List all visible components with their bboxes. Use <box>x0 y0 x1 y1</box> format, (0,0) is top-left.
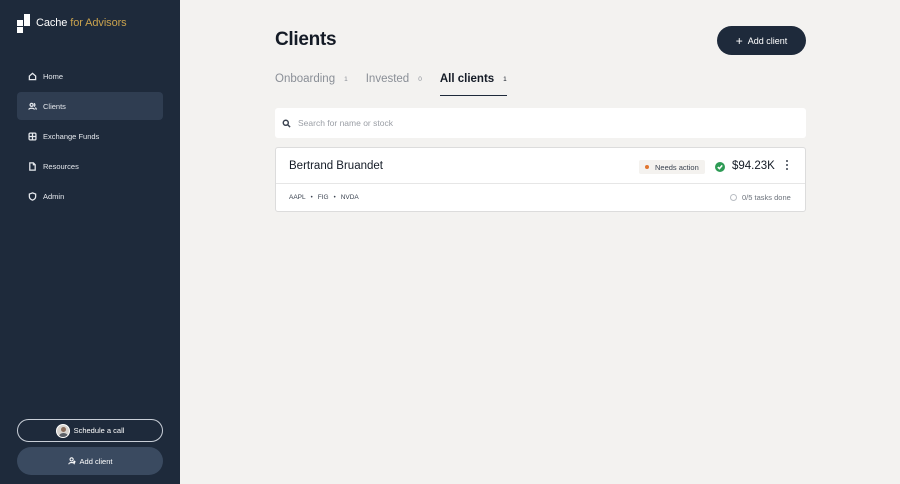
tab-count: 0 <box>418 76 422 83</box>
page-title: Clients <box>275 29 337 50</box>
status-badge: Needs action <box>639 160 705 174</box>
status-dot-icon <box>645 165 649 169</box>
tab-label: All clients <box>439 73 495 85</box>
schedule-call-label: Schedule a call <box>73 426 125 435</box>
globe-icon <box>28 131 37 141</box>
tab-count: 1 <box>503 76 507 83</box>
ticker: NVDA <box>340 194 359 201</box>
ticker-list: AAPL • FIG • NVDA <box>289 194 359 201</box>
sidebar-item-label: Clients <box>43 101 66 111</box>
client-card-footer: AAPL • FIG • NVDA 0/5 tasks done <box>276 184 805 212</box>
users-icon <box>28 102 37 110</box>
more-options-icon[interactable] <box>784 160 790 174</box>
sidebar-item-admin[interactable]: Admin <box>17 182 163 210</box>
client-amount: $94.23K <box>732 160 775 172</box>
tab-count: 1 <box>344 76 348 83</box>
sidebar-item-exchange-funds[interactable]: Exchange Funds <box>17 122 163 150</box>
search-icon <box>282 119 291 128</box>
avatar <box>55 423 70 438</box>
tab-onboarding[interactable]: Onboarding 1 <box>275 68 348 96</box>
sidebar-item-label: Home <box>43 71 64 81</box>
sidebar: Cache for Advisors Home Clients Exchange… <box>0 0 180 484</box>
tab-label: Onboarding <box>275 73 336 85</box>
status-label: Needs action <box>655 162 699 172</box>
add-client-label: Add client <box>747 35 788 46</box>
sidebar-item-label: Exchange Funds <box>43 131 100 141</box>
shield-icon <box>28 191 37 201</box>
tab-all-clients[interactable]: All clients 1 <box>439 68 507 96</box>
client-name: Bertrand Bruandet <box>289 160 383 172</box>
client-tabs: Onboarding 1 Invested 0 All clients 1 <box>275 68 525 96</box>
tab-invested[interactable]: Invested 0 <box>366 68 422 96</box>
sidebar-nav: Home Clients Exchange Funds Resources Ad… <box>17 62 163 212</box>
client-card[interactable]: Bertrand Bruandet Needs action $94.23K A… <box>275 147 806 212</box>
add-client-button[interactable]: + Add client <box>717 26 806 55</box>
check-circle-icon <box>715 162 725 172</box>
bullet-separator: • <box>310 194 313 201</box>
sidebar-add-client-label: Add client <box>79 456 113 466</box>
tasks-progress: 0/5 tasks done <box>730 193 791 202</box>
ticker: AAPL <box>289 194 306 201</box>
plus-icon: + <box>735 33 743 48</box>
search-input[interactable] <box>298 118 698 128</box>
brand-name: Cache for Advisors <box>36 17 127 29</box>
sidebar-item-resources[interactable]: Resources <box>17 152 163 180</box>
bullet-separator: • <box>333 194 336 201</box>
sidebar-item-label: Resources <box>43 161 79 171</box>
sidebar-item-clients[interactable]: Clients <box>17 92 163 120</box>
ticker: FIG <box>317 194 329 201</box>
progress-ring-icon <box>730 194 737 201</box>
add-user-icon <box>67 457 76 465</box>
sidebar-item-home[interactable]: Home <box>17 62 163 90</box>
sidebar-item-label: Admin <box>43 191 65 201</box>
tasks-label: 0/5 tasks done <box>742 193 791 202</box>
home-icon <box>28 72 37 80</box>
sidebar-add-client-button[interactable]: Add client <box>17 447 163 475</box>
brand[interactable]: Cache for Advisors <box>17 13 127 33</box>
client-card-header: Bertrand Bruandet Needs action $94.23K <box>276 148 805 184</box>
search-bar <box>275 108 806 138</box>
document-icon <box>29 161 36 171</box>
tab-label: Invested <box>365 73 410 85</box>
schedule-call-button[interactable]: Schedule a call <box>17 419 163 442</box>
cache-logo-icon <box>17 13 31 33</box>
